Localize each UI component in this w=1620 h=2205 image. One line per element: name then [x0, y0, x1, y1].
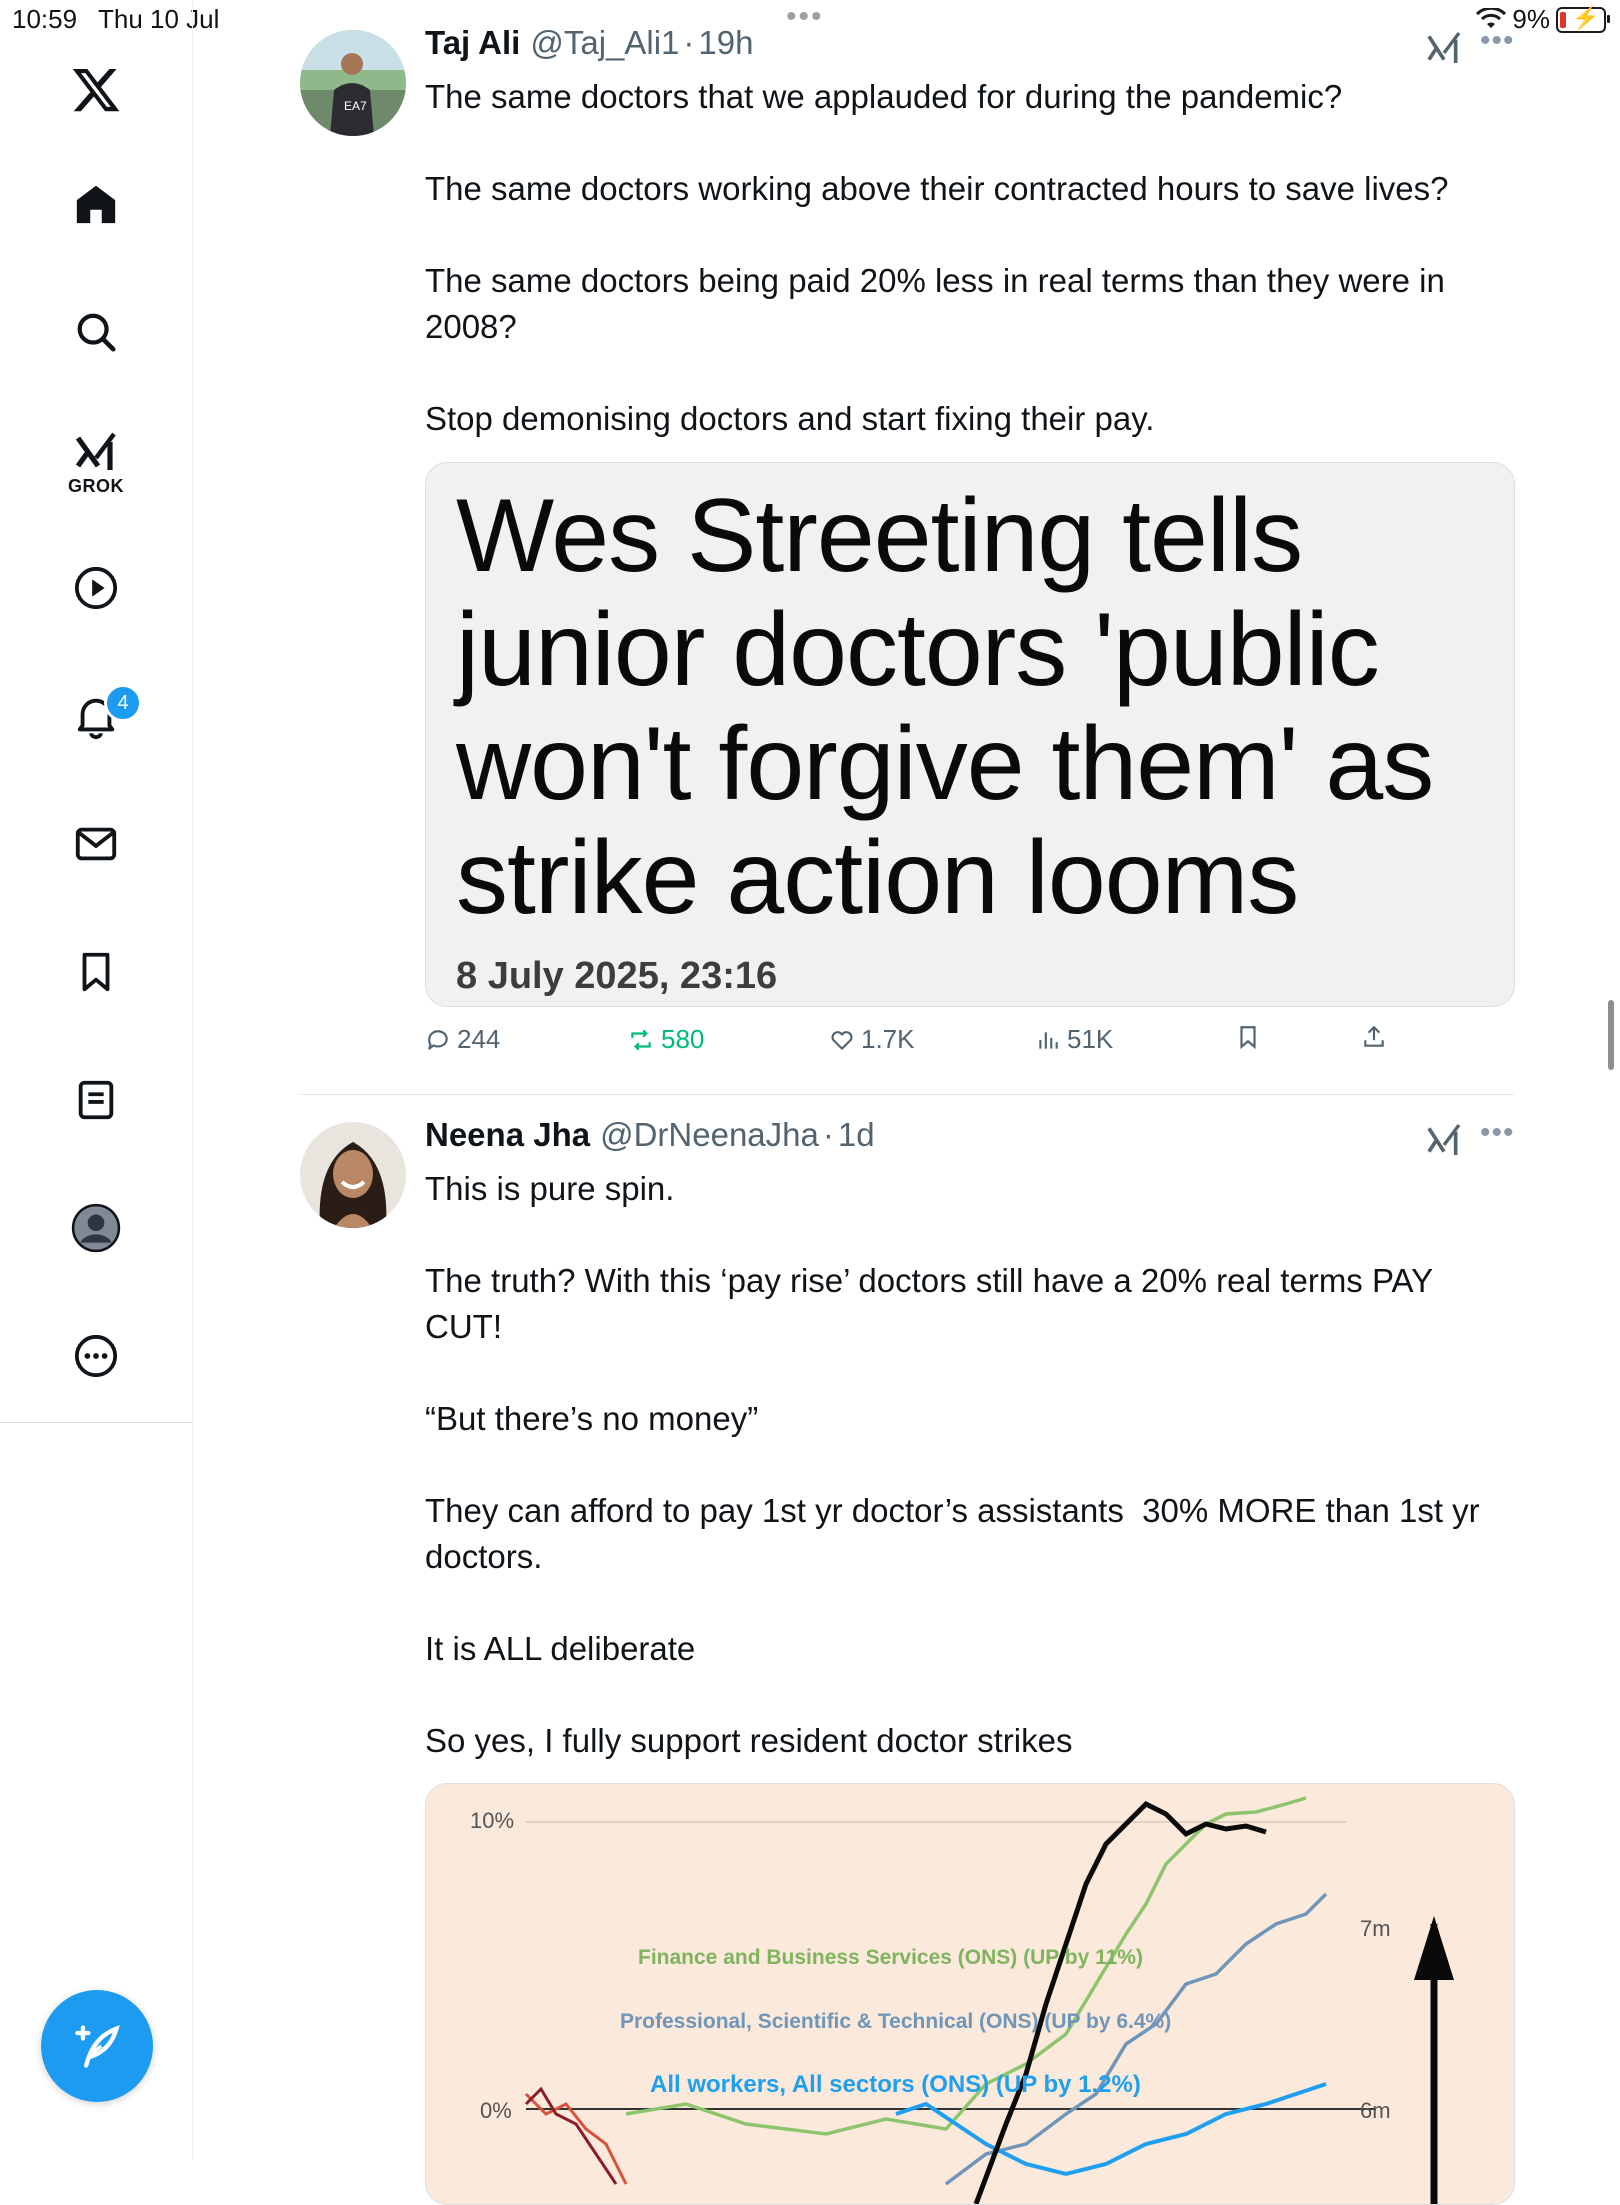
repost-count: 580 [661, 1024, 705, 1054]
home-icon[interactable] [60, 168, 132, 240]
search-icon[interactable] [60, 296, 132, 368]
grok-label: GROK [68, 476, 124, 496]
repost-button[interactable]: 580 [627, 1024, 704, 1055]
reply-count: 244 [457, 1024, 501, 1054]
tweet-divider [300, 1094, 1514, 1095]
reply-button[interactable]: 244 [425, 1024, 500, 1055]
share-button[interactable] [1361, 1024, 1387, 1050]
views-count: 51K [1067, 1024, 1114, 1054]
share-icon [1364, 1025, 1384, 1047]
tweet-actions: 244 580 1.7K 51K [425, 1024, 1425, 1064]
series-red [524, 2092, 628, 2185]
label-all-workers: All workers, All sectors (ONS) (UP by 1.… [650, 2071, 1141, 2098]
notification-badge: 4 [104, 684, 142, 722]
tweet-paragraph: So yes, I fully support resident doctor … [425, 1722, 1073, 1759]
views-button[interactable]: 51K [1035, 1024, 1113, 1055]
label-professional: Professional, Scientific & Technical (ON… [620, 2010, 1171, 2033]
like-count: 1.7K [861, 1024, 915, 1054]
views-icon [1039, 1031, 1058, 1049]
tweet-time[interactable]: 1d [838, 1116, 875, 1154]
tweet-chart-image[interactable]: 10% 0% 7m 6m Finance and Business Servic… [425, 1783, 1515, 2205]
heart-icon [831, 1030, 853, 1050]
more-icon[interactable]: ••• [1480, 24, 1515, 58]
separator: · [822, 1116, 834, 1153]
bookmark-icon[interactable] [60, 936, 132, 1008]
tweet-text: The same doctors that we applauded for d… [425, 74, 1525, 442]
series-professional [944, 1892, 1328, 2186]
more-icon[interactable]: ••• [1480, 1116, 1515, 1150]
avatar[interactable] [300, 1122, 406, 1228]
tweet-time[interactable]: 19h [698, 24, 753, 62]
grok-icon[interactable] [1424, 1120, 1464, 1160]
tweet-text: This is pure spin. The truth? With this … [425, 1166, 1525, 1764]
mail-icon[interactable] [60, 808, 132, 880]
scrollbar[interactable] [1608, 1000, 1614, 1070]
tweet-image[interactable]: Wes Streeting tells junior doctors 'publ… [425, 462, 1515, 1007]
grok-icon[interactable] [1424, 28, 1464, 68]
tweet-paragraph: The same doctors being paid 20% less in … [425, 262, 1455, 345]
author-name[interactable]: Neena Jha [425, 1116, 590, 1154]
y-tick-0: 0% [480, 2098, 512, 2123]
x-logo-icon[interactable] [60, 54, 132, 126]
author-name[interactable]: Taj Ali [425, 24, 520, 62]
like-button[interactable]: 1.7K [829, 1024, 915, 1055]
repost-icon [631, 1028, 651, 1051]
compose-feather-icon [75, 2025, 120, 2068]
series-maroon [524, 2086, 618, 2185]
tweet-paragraph: Stop demonising doctors and start fixing… [425, 400, 1155, 437]
avatar-icon[interactable] [60, 1192, 132, 1264]
svg-text:EA7: EA7 [344, 99, 367, 113]
avatar[interactable]: EA7 [300, 30, 406, 136]
tweet-paragraph: It is ALL deliberate [425, 1630, 696, 1667]
play-icon[interactable] [60, 552, 132, 624]
y-right-7m: 7m [1360, 1916, 1391, 1941]
separator: · [683, 24, 695, 61]
author-handle[interactable]: @Taj_Ali1 [530, 24, 679, 62]
headline-date: 8 July 2025, 23:16 [456, 955, 778, 997]
tweet-header: Taj Ali @Taj_Ali1 · 19h [425, 24, 753, 62]
author-handle[interactable]: @DrNeenaJha [600, 1116, 819, 1154]
tweet-paragraph: This is pure spin. [425, 1170, 675, 1207]
battery-percent: 9% [1512, 4, 1550, 34]
multitasking-dots-icon[interactable]: ••• [786, 0, 824, 34]
bookmark-icon [1240, 1026, 1256, 1050]
bookmark-button[interactable] [1235, 1024, 1261, 1050]
list-icon[interactable] [60, 1064, 132, 1136]
tweet-paragraph: “But there’s no money” [425, 1400, 759, 1437]
more-circle-icon[interactable] [60, 1320, 132, 1392]
tweet-paragraph: They can afford to pay 1st yr doctor’s a… [425, 1492, 1489, 1575]
battery-icon: ⚡ [1556, 5, 1610, 33]
tweet-header: Neena Jha @DrNeenaJha · 1d [425, 1116, 875, 1154]
tweet-paragraph: The same doctors that we applauded for d… [425, 78, 1343, 115]
headline-text: Wes Streeting tells junior doctors 'publ… [456, 478, 1434, 936]
compose-button[interactable] [41, 1990, 153, 2102]
y-right-6m: 6m [1360, 2098, 1391, 2123]
tweet-paragraph: The truth? With this ‘pay rise’ doctors … [425, 1262, 1442, 1345]
tweet-paragraph: The same doctors working above their con… [425, 170, 1449, 207]
y-tick-10: 10% [470, 1808, 514, 1833]
reply-icon [428, 1029, 448, 1050]
label-finance: Finance and Business Services (ONS) (UP … [638, 1946, 1143, 1969]
sidebar-divider [192, 0, 193, 2160]
